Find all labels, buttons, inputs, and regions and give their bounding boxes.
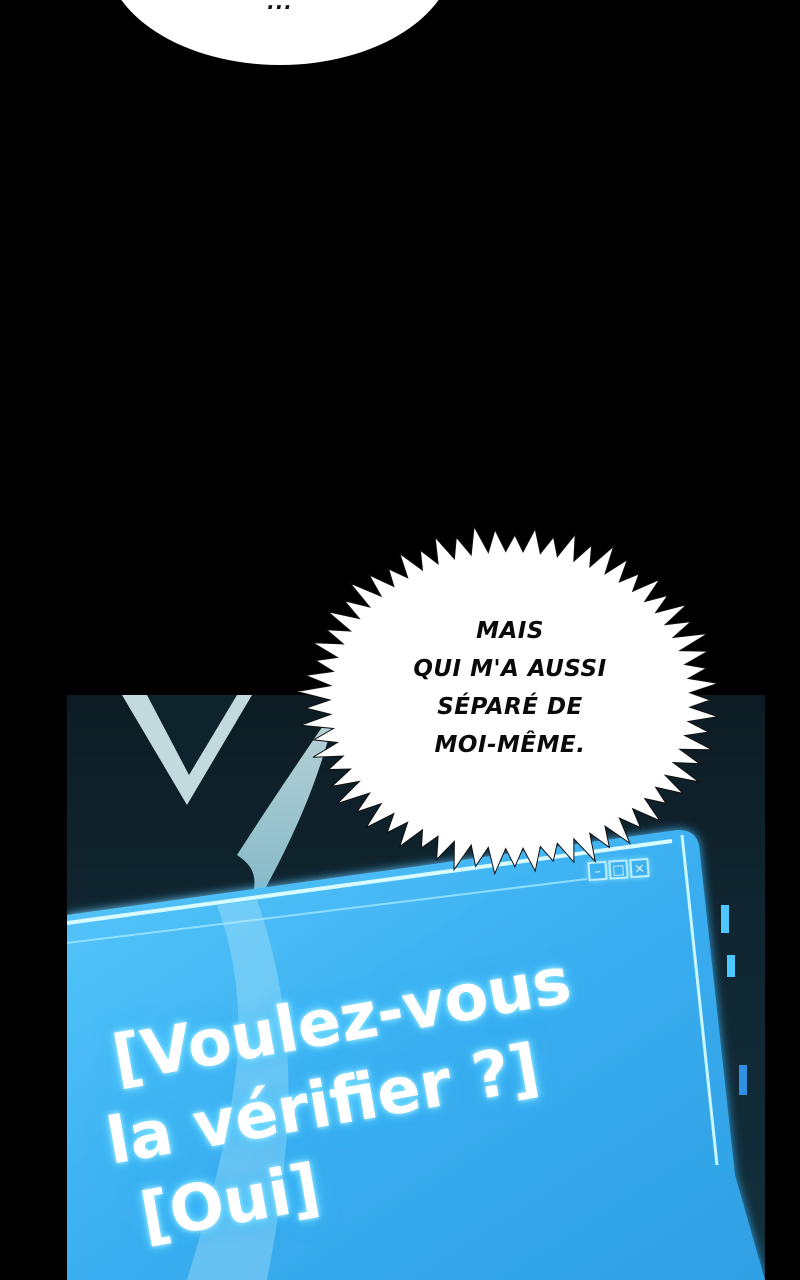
- speech-line-2: QUI M'A AUSSI: [413, 656, 607, 682]
- speech-line-3: SÉPARÉ DE: [437, 694, 583, 720]
- speech-line-1: MAIS: [476, 618, 544, 644]
- speech-bubble-text: MAIS QUI M'A AUSSI SÉPARÉ DE MOI-MÊME.: [350, 612, 670, 764]
- speech-line-4: MOI-MÊME.: [434, 732, 586, 758]
- top-bubble-text: ...: [267, 0, 293, 14]
- top-speech-bubble: ...: [105, 0, 455, 65]
- comic-page: ... [Voulez-vous la vérifier ?] [Oui] – …: [0, 0, 800, 1280]
